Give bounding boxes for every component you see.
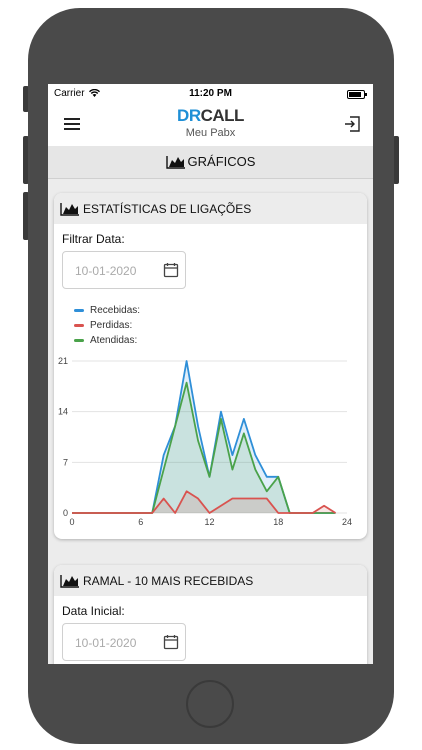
logo-wordmark: DRCALL [48, 106, 373, 126]
legend-swatch [74, 339, 84, 342]
filter-date-value: 10-01-2020 [75, 264, 137, 278]
area-chart-icon [60, 574, 79, 588]
legend-item[interactable]: Recebidas: [74, 303, 367, 318]
x-tick-label: 0 [69, 517, 74, 527]
y-tick-label: 14 [58, 407, 68, 417]
page-title: GRÁFICOS [187, 154, 256, 169]
calendar-icon[interactable] [163, 262, 179, 278]
battery-icon [347, 90, 367, 99]
chart-legend: Recebidas: Perdidas: Atendidas: [74, 303, 367, 348]
logout-icon[interactable] [344, 116, 360, 132]
area-chart-icon [165, 155, 185, 169]
start-date-value: 10-01-2020 [75, 636, 137, 650]
app-bar: DRCALL Meu Pabx [48, 104, 373, 147]
legend-label: Recebidas: [90, 305, 141, 316]
filter-date-input[interactable]: 10-01-2020 [62, 251, 186, 289]
calendar-icon[interactable] [163, 634, 179, 650]
start-date-input[interactable]: 10-01-2020 [62, 623, 186, 661]
brand-logo: DRCALL Meu Pabx [48, 106, 373, 139]
top-ramal-card: RAMAL - 10 MAIS RECEBIDAS Data Inicial: … [54, 565, 367, 664]
x-tick-label: 6 [138, 517, 143, 527]
start-date-label: Data Inicial: [62, 604, 125, 618]
call-stats-card: ESTATÍSTICAS DE LIGAÇÕES Filtrar Data: 1… [54, 193, 367, 539]
legend-item[interactable]: Atendidas: [74, 333, 367, 348]
legend-swatch [74, 324, 84, 327]
app-subtitle: Meu Pabx [185, 127, 236, 139]
app-screen: Carrier 11:20 PM DRCALL Meu Pabx GRÁFICO… [48, 84, 373, 664]
status-bar: Carrier 11:20 PM [48, 84, 373, 104]
x-tick-label: 18 [273, 517, 283, 527]
top-ramal-title: RAMAL - 10 MAIS RECEBIDAS [83, 573, 254, 588]
filter-date-label: Filtrar Data: [62, 232, 125, 246]
y-tick-label: 7 [63, 457, 68, 467]
y-tick-label: 21 [58, 356, 68, 366]
legend-label: Atendidas: [90, 335, 138, 346]
legend-swatch [74, 309, 84, 312]
x-tick-label: 24 [342, 517, 352, 527]
y-tick-label: 0 [63, 508, 68, 518]
area-chart-icon [60, 202, 79, 216]
calls-line-chart: 0 7 14 21 0 6 12 18 24 [58, 356, 352, 527]
legend-item[interactable]: Perdidas: [74, 318, 367, 333]
call-stats-title: ESTATÍSTICAS DE LIGAÇÕES [83, 201, 252, 216]
x-tick-label: 12 [204, 517, 214, 527]
top-ramal-card-header: RAMAL - 10 MAIS RECEBIDAS [54, 565, 367, 596]
logo-dr: DR [177, 106, 201, 125]
legend-label: Perdidas: [90, 320, 133, 331]
call-stats-card-header: ESTATÍSTICAS DE LIGAÇÕES [54, 193, 367, 224]
clock: 11:20 PM [189, 88, 232, 99]
logo-call: CALL [200, 106, 245, 125]
page-header: GRÁFICOS [48, 146, 373, 179]
home-button[interactable] [186, 680, 234, 728]
